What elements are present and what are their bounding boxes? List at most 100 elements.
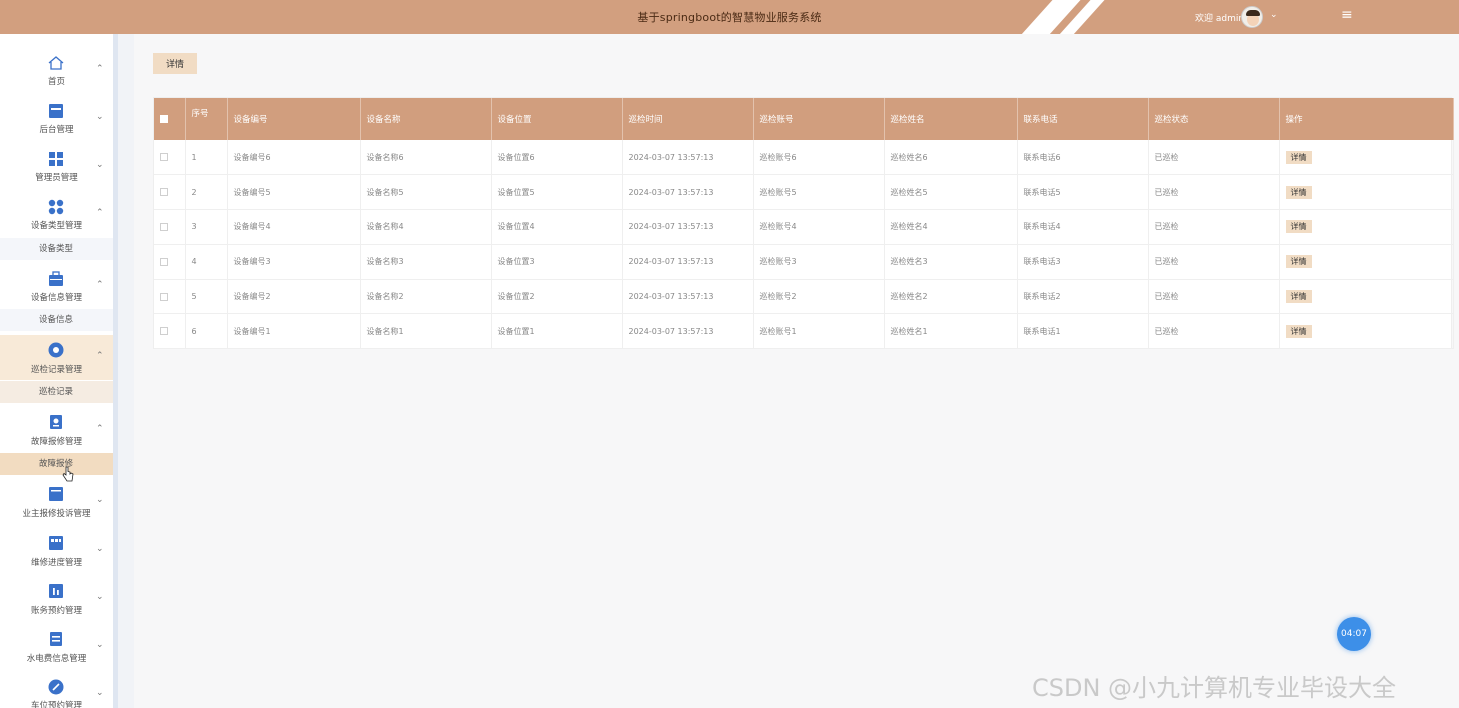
sidebar-item-billing[interactable]: 账务预约管理 ⌄ (0, 578, 113, 622)
row-detail-button[interactable]: 详情 (1285, 150, 1312, 164)
chevron-down-icon: ⌄ (96, 688, 104, 698)
table-row: 1 设备编号6 设备名称6 设备位置6 2024-03-07 13:57:13 … (154, 140, 1454, 175)
top-header: 基于springboot的智慧物业服务系统 欢迎 admin ⌄ ≡ (0, 0, 1459, 34)
row-detail-button[interactable]: 详情 (1285, 290, 1312, 304)
hand-cursor-icon (62, 466, 74, 482)
cell-device-code: 设备编号6 (227, 140, 361, 175)
cell-status: 已巡检 (1148, 174, 1280, 210)
sidebar-item-label: 巡检记录管理 (30, 365, 82, 375)
column-header: 设备名称 (360, 98, 492, 140)
cell-device-code: 设备编号1 (227, 313, 361, 349)
progress-icon (49, 536, 63, 550)
row-checkbox[interactable] (160, 222, 168, 231)
row-detail-button[interactable]: 详情 (1285, 220, 1312, 234)
row-checkbox[interactable] (160, 257, 168, 266)
column-header: 操作 (1279, 98, 1454, 140)
column-header: 联系电话 (1017, 98, 1149, 140)
cell-inspection-time: 2024-03-07 13:57:13 (622, 209, 754, 245)
panel-icon (49, 104, 63, 118)
cell-device-code: 设备编号2 (227, 279, 361, 314)
row-checkbox[interactable] (160, 188, 168, 197)
cell-inspection-time: 2024-03-07 13:57:13 (622, 244, 754, 280)
sidebar-item-device-type[interactable]: 设备类型管理 ⌃ (0, 192, 113, 236)
cell-device-location: 设备位置4 (491, 209, 623, 245)
cell-device-location: 设备位置3 (491, 244, 623, 280)
cell-phone: 联系电话5 (1017, 174, 1149, 210)
welcome-text: 欢迎 admin (1195, 14, 1245, 24)
menu-toggle-icon[interactable]: ≡ (1341, 7, 1353, 23)
cell-index: 6 (185, 313, 228, 349)
select-all-cell[interactable] (154, 98, 186, 140)
cell-phone: 联系电话6 (1017, 140, 1149, 175)
row-checkbox[interactable] (160, 292, 168, 301)
sidebar-item-label: 设备类型管理 (30, 221, 82, 231)
sidebar-item-inspection[interactable]: 巡检记录管理 ⌃ (0, 335, 113, 380)
chevron-up-icon: ⌃ (96, 280, 104, 290)
table-row: 2 设备编号5 设备名称5 设备位置5 2024-03-07 13:57:13 … (154, 174, 1454, 210)
submenu-device-info[interactable]: 设备信息 (0, 309, 113, 331)
row-detail-button[interactable]: 详情 (1285, 185, 1312, 199)
row-detail-button[interactable]: 详情 (1285, 255, 1312, 269)
sidebar-item-home[interactable]: 首页 ⌃ (0, 48, 113, 92)
cell-phone: 联系电话3 (1017, 244, 1149, 280)
cell-inspection-time: 2024-03-07 13:57:13 (622, 279, 754, 314)
chevron-down-icon: ⌄ (96, 592, 104, 602)
sidebar-item-backend[interactable]: 后台管理 ⌄ (0, 96, 113, 140)
cell-status: 已巡检 (1148, 279, 1280, 314)
avatar[interactable] (1241, 6, 1263, 28)
watermark-text: CSDN @小九计算机专业毕设大全 (1032, 674, 1397, 702)
sidebar-item-device-info[interactable]: 设备信息管理 ⌃ (0, 264, 113, 308)
cell-inspector-name: 巡检姓名3 (884, 244, 1018, 280)
row-select-cell[interactable] (154, 209, 186, 245)
cell-inspection-time: 2024-03-07 13:57:13 (622, 313, 754, 349)
cell-inspector-name: 巡检姓名1 (884, 313, 1018, 349)
row-select-cell[interactable] (154, 140, 186, 175)
row-select-cell[interactable] (154, 313, 186, 349)
home-icon (48, 56, 64, 70)
sidebar-item-admin[interactable]: 管理员管理 ⌄ (0, 144, 113, 188)
cell-device-code: 设备编号3 (227, 244, 361, 280)
sidebar-item-parking[interactable]: 车位预约管理 ⌄ (0, 674, 113, 708)
row-select-cell[interactable] (154, 174, 186, 210)
submenu-fault-repair[interactable]: 故障报修 (0, 453, 113, 475)
submenu-inspection[interactable]: 巡检记录 (0, 381, 113, 403)
report-icon (50, 415, 62, 429)
cell-action: 详情 (1279, 279, 1454, 314)
table-row: 6 设备编号1 设备名称1 设备位置1 2024-03-07 13:57:13 … (154, 313, 1454, 349)
sidebar-item-utilities[interactable]: 水电费信息管理 ⌄ (0, 626, 113, 670)
row-detail-button[interactable]: 详情 (1285, 324, 1312, 338)
cell-index: 4 (185, 244, 228, 280)
sidebar-item-repair-progress[interactable]: 维修进度管理 ⌄ (0, 530, 113, 574)
cell-inspection-time: 2024-03-07 13:57:13 (622, 140, 754, 175)
cell-inspector-name: 巡检姓名2 (884, 279, 1018, 314)
cell-phone: 联系电话1 (1017, 313, 1149, 349)
cell-device-name: 设备名称2 (360, 279, 492, 314)
row-select-cell[interactable] (154, 244, 186, 280)
cell-inspector-account: 巡检账号6 (753, 140, 885, 175)
sidebar-item-fault-repair[interactable]: 故障报修管理 ⌃ (0, 408, 113, 452)
cell-device-name: 设备名称5 (360, 174, 492, 210)
submenu-device-type[interactable]: 设备类型 (0, 238, 113, 260)
row-checkbox[interactable] (160, 327, 168, 336)
sidebar-item-owner-complaint[interactable]: 业主报修投诉管理 ⌄ (0, 481, 113, 525)
detail-button[interactable]: 详情 (153, 53, 197, 74)
cell-action: 详情 (1279, 174, 1454, 210)
cell-device-name: 设备名称6 (360, 140, 492, 175)
cell-device-code: 设备编号4 (227, 209, 361, 245)
select-all-checkbox[interactable] (160, 114, 168, 123)
sidebar-gutter (118, 34, 134, 708)
floating-timer-badge[interactable]: 04:07 (1337, 617, 1371, 651)
chevron-down-icon: ⌄ (96, 495, 104, 505)
file-icon (50, 632, 62, 646)
cell-action: 详情 (1279, 140, 1454, 175)
cell-status: 已巡检 (1148, 209, 1280, 245)
sidebar-item-label: 故障报修管理 (30, 437, 82, 447)
sidebar-item-label: 业主报修投诉管理 (22, 509, 91, 519)
row-checkbox[interactable] (160, 153, 168, 162)
cell-phone: 联系电话4 (1017, 209, 1149, 245)
compass-icon (48, 679, 64, 695)
sidebar-item-label: 管理员管理 (35, 173, 78, 183)
user-dropdown-caret-icon[interactable]: ⌄ (1270, 10, 1278, 20)
row-select-cell[interactable] (154, 279, 186, 314)
sidebar-item-label: 水电费信息管理 (26, 654, 87, 664)
